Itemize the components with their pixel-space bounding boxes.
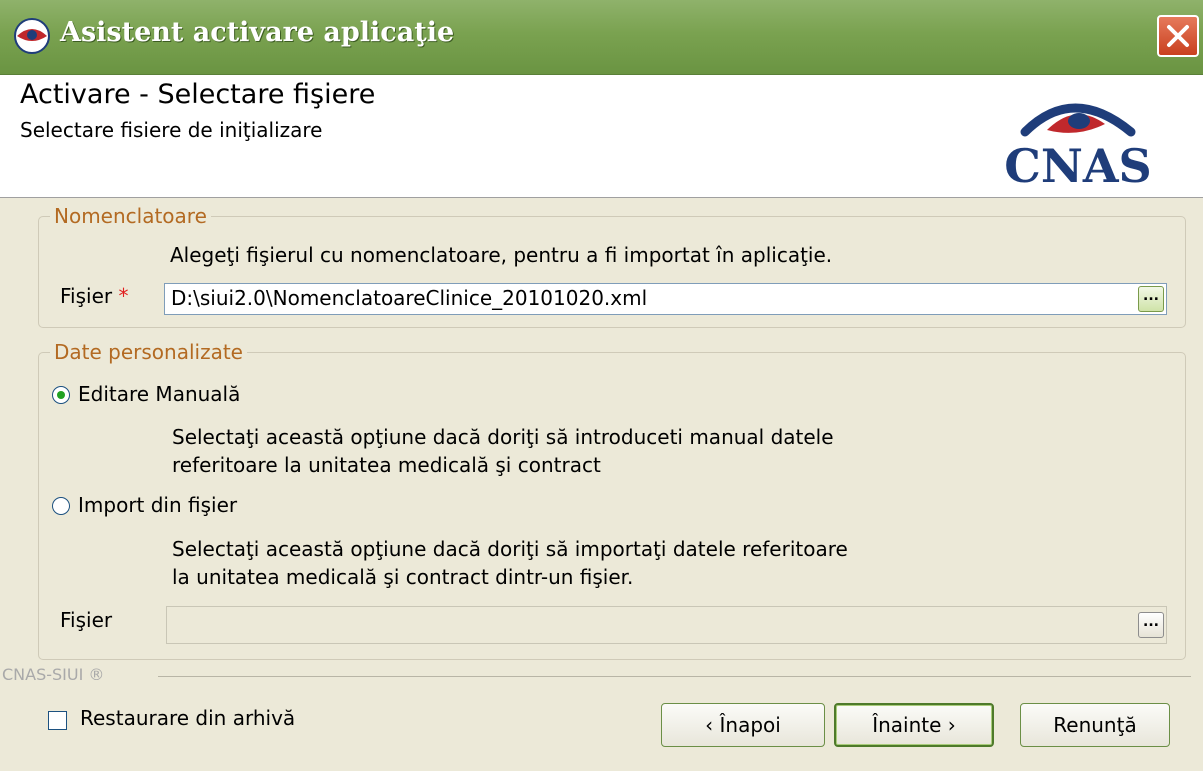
title-bar[interactable]: Asistent activare aplicaţie bbox=[0, 0, 1203, 75]
editare-manuala-description-line2: referitoare la unitatea medicală şi cont… bbox=[172, 453, 601, 477]
page-subtitle: Selectare fisiere de iniţializare bbox=[20, 118, 323, 142]
required-mark: * bbox=[118, 284, 129, 308]
next-button[interactable]: Înainte › bbox=[834, 703, 994, 747]
nomenclatoare-file-input[interactable]: D:\siui2.0\NomenclatoareClinice_20101020… bbox=[164, 283, 1167, 315]
import-din-fisier-label[interactable]: Import din fişier bbox=[78, 493, 237, 517]
restaurare-label[interactable]: Restaurare din arhivă bbox=[80, 706, 295, 730]
import-browse-button[interactable]: ... bbox=[1138, 612, 1164, 638]
close-icon bbox=[1167, 25, 1189, 47]
nomenclatoare-browse-button[interactable]: ... bbox=[1138, 286, 1164, 312]
activation-wizard-window: Asistent activare aplicaţie Activare - S… bbox=[0, 0, 1203, 771]
nomenclatoare-legend: Nomenclatoare bbox=[50, 204, 211, 228]
cancel-button[interactable]: Renunţă bbox=[1020, 703, 1170, 747]
window-title: Asistent activare aplicaţie bbox=[60, 17, 455, 48]
back-button[interactable]: ‹ Înapoi bbox=[661, 703, 825, 747]
cnas-logo: CNAS bbox=[1004, 103, 1152, 190]
restaurare-checkbox[interactable] bbox=[48, 711, 67, 730]
close-button[interactable] bbox=[1157, 15, 1199, 57]
page-title: Activare - Selectare fişiere bbox=[20, 79, 376, 110]
import-file-label: Fişier bbox=[60, 608, 113, 632]
wizard-header: Activare - Selectare fişiere Selectare f… bbox=[0, 75, 1203, 198]
logo-text: CNAS bbox=[1004, 139, 1152, 190]
editare-manuala-radio[interactable] bbox=[52, 386, 70, 404]
footer-divider bbox=[158, 676, 1191, 677]
nomenclatoare-description: Alegeţi fişierul cu nomenclatoare, pentr… bbox=[170, 243, 833, 267]
import-din-fisier-description-line2: la unitatea medicală şi contract dintr-u… bbox=[172, 565, 634, 589]
editare-manuala-description-line1: Selectaţi această opţiune dacă doriţi să… bbox=[172, 425, 834, 449]
nomenclatoare-file-label: Fişier * bbox=[60, 284, 129, 308]
import-din-fisier-description-line1: Selectaţi această opţiune dacă doriţi să… bbox=[172, 537, 848, 561]
date-personalizate-legend: Date personalizate bbox=[50, 340, 247, 364]
import-file-input[interactable] bbox=[166, 606, 1167, 644]
editare-manuala-label[interactable]: Editare Manuală bbox=[78, 382, 240, 406]
import-din-fisier-radio[interactable] bbox=[52, 497, 70, 515]
cnas-eye-icon bbox=[14, 18, 50, 54]
footer-brand: CNAS-SIUI ® bbox=[2, 665, 105, 684]
